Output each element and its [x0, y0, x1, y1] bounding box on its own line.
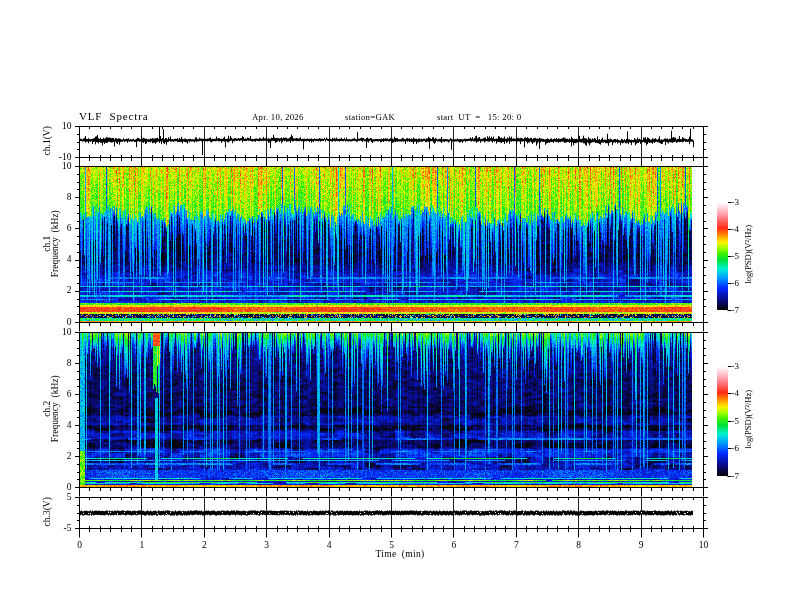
ch1-waveform-canvas: [80, 127, 703, 157]
y-tick-label: 10: [46, 162, 72, 172]
x-tick-label: 3: [257, 541, 277, 551]
x-tick-label: 7: [506, 541, 526, 551]
colorbar-axis-label: log(PSD)(V²/Hz): [744, 194, 753, 314]
y-tick-label: 0: [46, 318, 72, 328]
plot-date: Apr. 10, 2026: [252, 113, 304, 122]
x-tick-label: 6: [444, 541, 464, 551]
x-tick-label: 9: [631, 541, 651, 551]
colorbar-1-canvas: [717, 202, 728, 310]
plot-station: station=GAK: [345, 113, 395, 122]
ch2-spectrogram-canvas: [80, 333, 692, 487]
x-tick-label: 8: [569, 541, 589, 551]
y-axis-label-line2: Frequency (kHz): [51, 349, 61, 469]
y-axis-label-line2: Frequency (kHz): [51, 183, 61, 303]
ch1-spectrogram-canvas: [80, 167, 692, 322]
plot-start-ut: start UT = 15: 20: 0: [437, 113, 521, 122]
colorbar-2-canvas: [717, 366, 728, 476]
ch3-waveform-canvas: [80, 498, 703, 528]
y-tick-label: 10: [46, 328, 72, 338]
x-tick-label: 1: [132, 541, 152, 551]
x-tick-label: 10: [694, 541, 714, 551]
x-tick-label: 2: [194, 541, 214, 551]
colorbar-axis-label: log(PSD)(V²/Hz): [744, 359, 753, 479]
x-tick-label: 5: [382, 541, 402, 551]
plot-title: VLF Spectra: [79, 111, 148, 122]
vlf-spectra-figure: VLF Spectra Apr. 10, 2026 station=GAK st…: [0, 0, 792, 612]
x-tick-label: 0: [70, 541, 90, 551]
x-tick-label: 4: [319, 541, 339, 551]
y-axis-label: ch.3(V): [43, 472, 53, 552]
x-axis-title: Time (min): [360, 550, 440, 560]
